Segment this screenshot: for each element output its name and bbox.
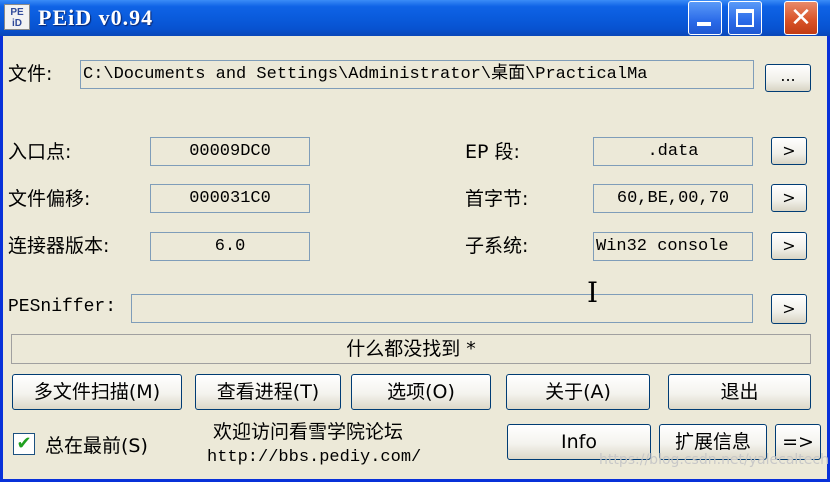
- source-watermark: https://blog.csdn.net/yalecaltech: [599, 452, 829, 468]
- minimize-icon: [697, 22, 711, 26]
- subsystem-detail-button[interactable]: >: [771, 232, 807, 260]
- title-bar[interactable]: PE iD PEiD v0.94 ✕: [0, 0, 830, 36]
- forum-url-link[interactable]: http://bbs.pediy.com/: [207, 447, 421, 469]
- file-path-field[interactable]: C:\Documents and Settings\Administrator\…: [80, 60, 754, 89]
- subsystem-label: 子系统:: [465, 235, 529, 257]
- exit-button[interactable]: 退出: [668, 374, 811, 410]
- forum-welcome-text[interactable]: 欢迎访问看雪学院论坛: [213, 420, 403, 444]
- first-bytes-label: 首字节:: [465, 188, 529, 210]
- pesniffer-detail-button[interactable]: >: [771, 294, 807, 324]
- pesniffer-field[interactable]: [131, 294, 753, 323]
- entry-point-field[interactable]: 00009DC0: [150, 137, 310, 166]
- first-bytes-field[interactable]: 60,BE,00,70: [593, 184, 753, 213]
- browse-button[interactable]: ...: [765, 64, 811, 92]
- always-on-top-label[interactable]: 总在最前(S): [45, 435, 148, 457]
- peid-window: PE iD PEiD v0.94 ✕ 文件: C:\Documents and …: [0, 0, 830, 482]
- scan-status: 什么都没找到 *: [11, 334, 811, 364]
- minimize-button[interactable]: [688, 1, 722, 35]
- maximize-button[interactable]: [728, 1, 762, 35]
- text-cursor-icon: I: [587, 276, 599, 309]
- about-button[interactable]: 关于(A): [506, 374, 650, 410]
- pesniffer-label: PESniffer:: [8, 297, 117, 317]
- ep-section-field[interactable]: .data: [593, 137, 753, 166]
- options-button[interactable]: 选项(O): [351, 374, 491, 410]
- file-offset-label: 文件偏移:: [8, 188, 91, 210]
- ep-section-detail-button[interactable]: >: [771, 137, 807, 165]
- subsystem-field[interactable]: Win32 console: [593, 232, 753, 261]
- close-button[interactable]: ✕: [784, 1, 818, 35]
- file-offset-field[interactable]: 000031C0: [150, 184, 310, 213]
- peid-app-icon: PE iD: [4, 4, 30, 30]
- multi-file-scan-button[interactable]: 多文件扫描(M): [12, 374, 182, 410]
- always-on-top-checkbox[interactable]: ✔: [13, 433, 35, 455]
- entry-point-label: 入口点:: [8, 141, 72, 163]
- linker-version-field[interactable]: 6.0: [150, 232, 310, 261]
- maximize-icon: [736, 9, 754, 27]
- checkmark-icon: ✔: [16, 433, 32, 454]
- close-icon: ✕: [790, 3, 812, 33]
- ep-section-label: EP 段:: [465, 141, 520, 163]
- view-process-button[interactable]: 查看进程(T): [195, 374, 341, 410]
- file-label: 文件:: [8, 63, 53, 85]
- window-title: PEiD v0.94: [38, 5, 154, 30]
- linker-version-label: 连接器版本:: [8, 235, 110, 257]
- first-bytes-detail-button[interactable]: >: [771, 184, 807, 212]
